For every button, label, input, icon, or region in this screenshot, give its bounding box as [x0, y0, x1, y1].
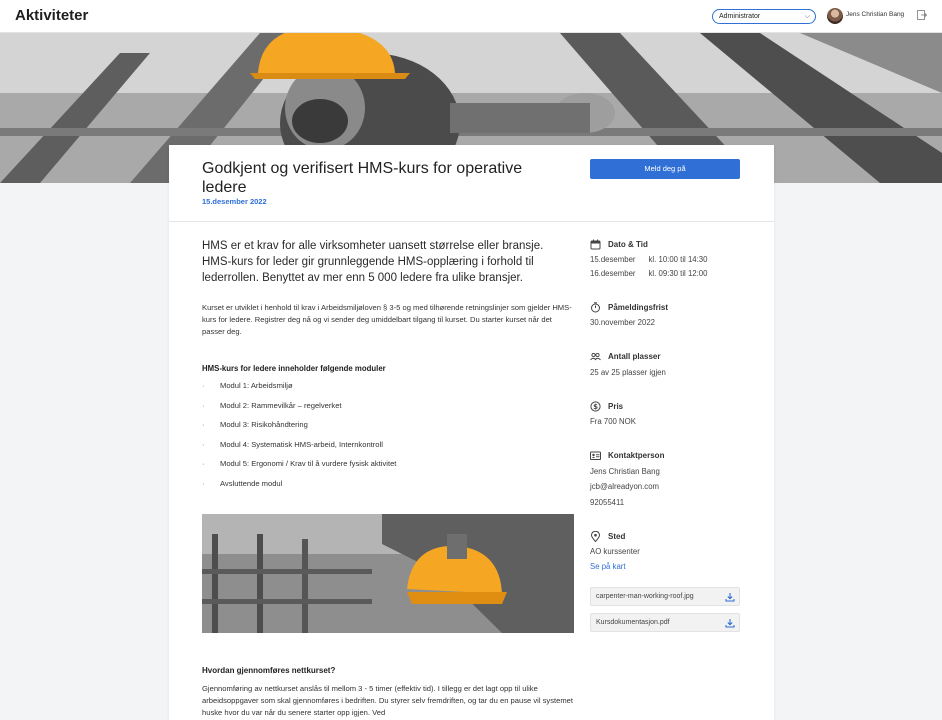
list-item: Modul 1: Arbeidsmiljø	[202, 379, 574, 399]
modules-list: Modul 1: Arbeidsmiljø Modul 2: Rammevilk…	[202, 379, 574, 496]
price-label: Pris	[608, 401, 624, 411]
calendar-icon	[590, 239, 601, 249]
logout-icon[interactable]	[917, 10, 927, 20]
location-pin-icon	[590, 530, 601, 542]
file-item[interactable]: carpenter-man-working-roof.jpg	[590, 586, 740, 606]
contact-label: Kontaktperson	[608, 451, 665, 460]
signup-button[interactable]: Meld deg på	[590, 159, 740, 179]
avatar[interactable]	[827, 8, 843, 24]
file-name: carpenter-man-working-roof.jpg	[596, 592, 694, 600]
file-item[interactable]: Kursdokumentasjon.pdf	[590, 612, 740, 632]
course-header: Godkjent og verifisert HMS-kurs for oper…	[169, 145, 774, 222]
deadline-label: Påmeldingsfrist	[608, 302, 669, 312]
course-date: 15.desember 2022	[202, 197, 267, 206]
role-select-value: Administrator	[719, 13, 761, 20]
date-time-label: Dato & Tid	[608, 239, 648, 249]
dollar-icon: $	[590, 400, 601, 412]
course-lead: HMS er et krav for alle virksomheter uan…	[202, 240, 544, 284]
modules-title: HMS-kurs for ledere inneholder følgende …	[202, 364, 386, 373]
download-icon[interactable]	[725, 592, 735, 602]
contact-card-icon	[590, 451, 601, 460]
course-description: HMS er et krav for alle virksomheter uan…	[202, 238, 574, 719]
course-card: Godkjent og verifisert HMS-kurs for oper…	[169, 145, 774, 720]
price-value: Fra 700 NOK	[590, 417, 636, 426]
file-name: Kursdokumentasjon.pdf	[596, 618, 670, 626]
attachments: carpenter-man-working-roof.jpg Kursdokum…	[590, 586, 740, 632]
contact-email[interactable]: jcb@alreadyon.com	[590, 481, 740, 493]
user-name[interactable]: Jens Christian Bang	[846, 11, 904, 18]
contact-block: Kontaktperson Jens Christian Bang jcb@al…	[590, 450, 740, 509]
course-title: Godkjent og verifisert HMS-kurs for oper…	[202, 160, 523, 196]
list-item: Avsluttende modul	[202, 477, 574, 497]
location-label: Sted	[608, 531, 626, 541]
list-item: Modul 4: Systematisk HMS-arbeid, Internk…	[202, 438, 574, 458]
contact-name: Jens Christian Bang	[590, 466, 660, 476]
course-photo	[202, 514, 574, 633]
app-title: Aktiviteter	[15, 7, 89, 24]
map-link[interactable]: Se på kart	[590, 562, 740, 571]
svg-text:$: $	[593, 403, 598, 411]
list-item: Modul 5: Ergonomi / Krav til å vurdere f…	[202, 457, 574, 477]
list-item: Modul 2: Rammevilkår – regelverket	[202, 399, 574, 419]
seats-value: 25 av 25 plasser igjen	[590, 367, 666, 377]
price-block: $ Pris Fra 700 NOK	[590, 400, 740, 428]
stopwatch-icon	[591, 301, 600, 312]
download-icon[interactable]	[725, 618, 735, 628]
chevron-down-icon: ⌵	[804, 13, 810, 20]
deadline-block: Påmeldingsfrist 30.november 2022	[590, 301, 740, 329]
contact-phone[interactable]: 92055411	[590, 497, 740, 509]
seats-label: Antall plasser	[608, 352, 661, 361]
location-block: Sted AO kurssenter Se på kart	[590, 530, 740, 571]
section-title: Hvordan gjennomføres nettkurset?	[202, 666, 336, 675]
date-time-row: 15.desember kl. 10:00 til 14:30	[590, 255, 708, 264]
deadline-value: 30.november 2022	[590, 318, 656, 327]
course-intro: Kurset er utviklet i henhold til krav i …	[202, 303, 572, 336]
list-item: Modul 3: Risikohåndtering	[202, 418, 574, 438]
top-bar: Aktiviteter Administrator ⌵ Jens Christi…	[0, 0, 942, 33]
section-text: Gjennomføring av nettkurset anslås til m…	[202, 684, 573, 717]
seats-block: Antall plasser 25 av 25 plasser igjen	[590, 351, 740, 379]
date-time-row: 16.desember kl. 09:30 til 12:00	[590, 268, 708, 278]
date-time-block: Dato & Tid 15.desember kl. 10:00 til 14:3…	[590, 238, 740, 279]
role-select[interactable]: Administrator ⌵	[712, 9, 816, 24]
course-sidebar: Dato & Tid 15.desember kl. 10:00 til 14:3…	[590, 238, 740, 639]
people-icon	[590, 352, 601, 361]
location-value: AO kurssenter	[590, 547, 640, 556]
